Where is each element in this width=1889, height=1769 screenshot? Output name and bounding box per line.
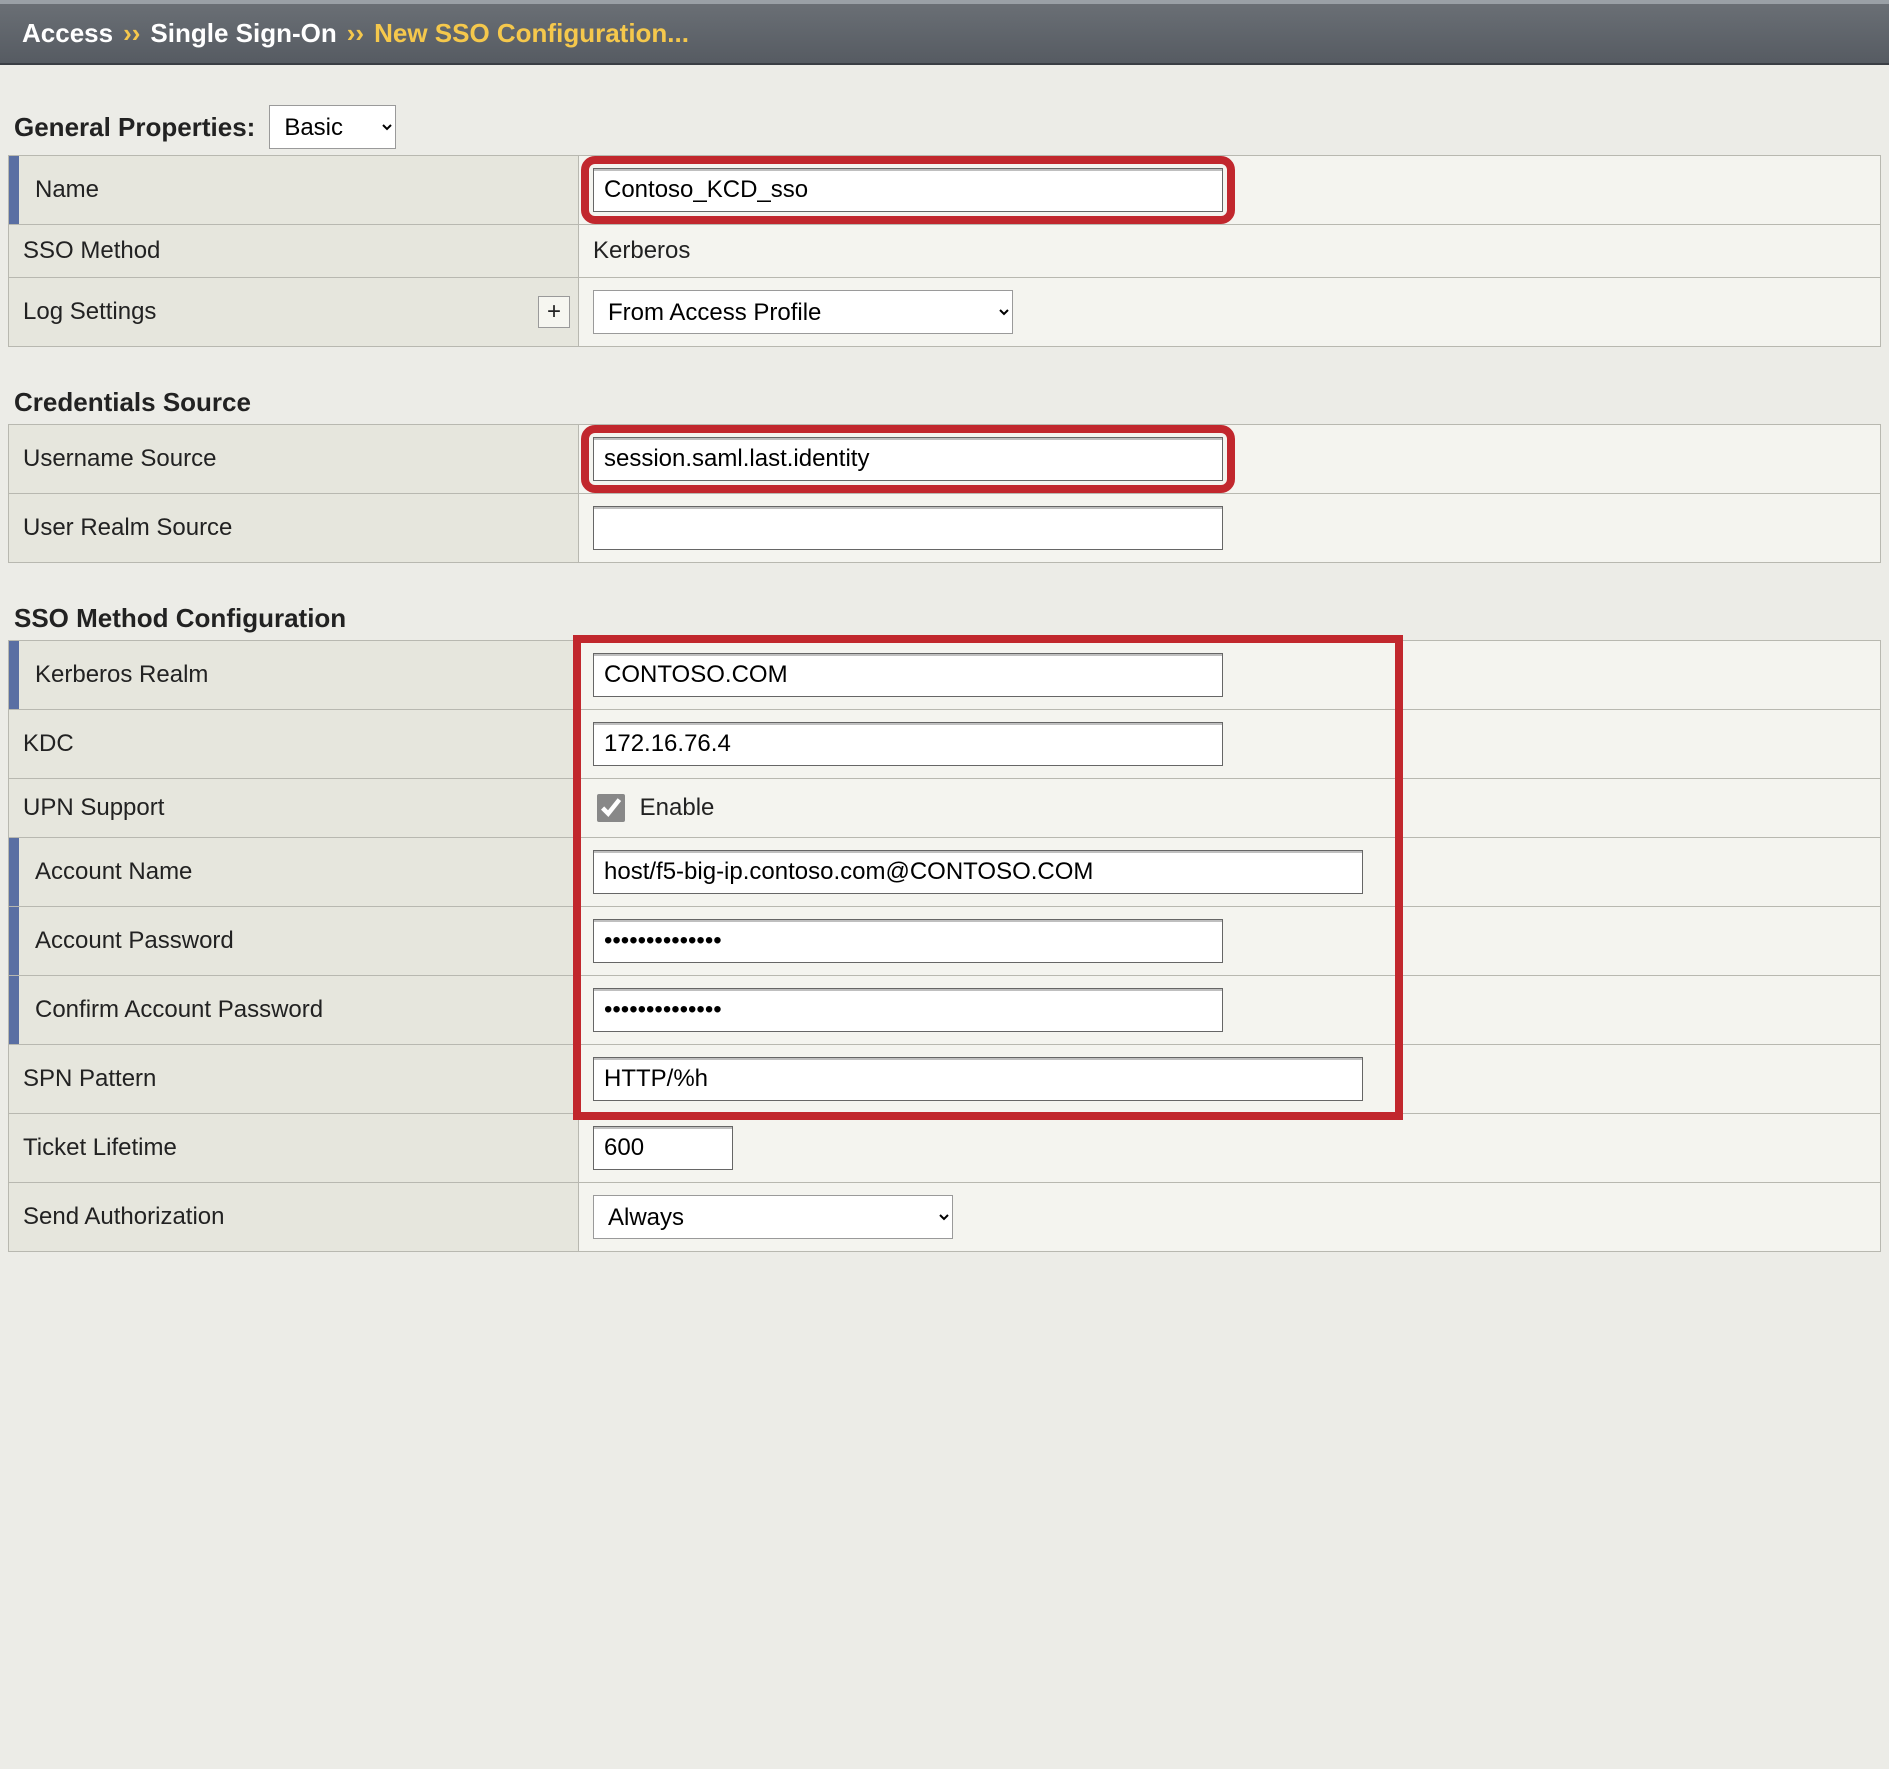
row-account-password: Account Password [9,907,1881,976]
user-realm-source-label: User Realm Source [9,494,579,563]
add-log-setting-button[interactable]: + [538,296,570,328]
breadcrumb: Access ›› Single Sign-On ›› New SSO Conf… [0,0,1889,65]
sso-method-value: Kerberos [579,225,1881,278]
row-name: Name [9,156,1881,225]
kerberos-realm-field-cell [579,641,1881,710]
name-input[interactable] [593,168,1223,212]
username-source-input[interactable] [593,437,1223,481]
row-account-name: Account Name [9,838,1881,907]
sso-method-config-title: SSO Method Configuration [14,603,346,634]
credentials-source-title: Credentials Source [14,387,251,418]
account-password-field-cell [579,907,1881,976]
account-password-input[interactable] [593,919,1223,963]
kerberos-realm-input[interactable] [593,653,1223,697]
account-name-label: Account Name [9,838,579,907]
row-username-source: Username Source [9,425,1881,494]
upn-support-label: UPN Support [9,779,579,838]
row-spn-pattern: SPN Pattern [9,1045,1881,1114]
kerberos-realm-label: Kerberos Realm [9,641,579,710]
row-upn-support: UPN Support Enable [9,779,1881,838]
user-realm-source-field-cell [579,494,1881,563]
account-password-label: Account Password [9,907,579,976]
row-send-authorization: Send Authorization Always [9,1183,1881,1252]
breadcrumb-separator-icon: ›› [347,18,364,49]
sso-method-config-header: SSO Method Configuration [0,593,1889,640]
name-label: Name [9,156,579,225]
general-properties-title: General Properties: [14,112,255,143]
user-realm-source-input[interactable] [593,506,1223,550]
credentials-source-table: Username Source User Realm Source [8,424,1881,563]
sso-method-label: SSO Method [9,225,579,278]
username-source-field-cell [579,425,1881,494]
sso-method-config-table: Kerberos Realm KDC UPN Support Enable [8,640,1881,1252]
row-kdc: KDC [9,710,1881,779]
credentials-source-header: Credentials Source [0,377,1889,424]
account-name-field-cell [579,838,1881,907]
upn-support-field-cell: Enable [579,779,1881,838]
kdc-label: KDC [9,710,579,779]
row-ticket-lifetime: Ticket Lifetime [9,1114,1881,1183]
row-sso-method: SSO Method Kerberos [9,225,1881,278]
row-log-settings: Log Settings + From Access Profile [9,278,1881,347]
spn-pattern-input[interactable] [593,1057,1363,1101]
username-source-label: Username Source [9,425,579,494]
kdc-input[interactable] [593,722,1223,766]
log-settings-label-text: Log Settings [23,298,156,325]
account-name-input[interactable] [593,850,1363,894]
ticket-lifetime-input[interactable] [593,1126,733,1170]
log-settings-select[interactable]: From Access Profile [593,290,1013,334]
breadcrumb-access[interactable]: Access [22,18,113,49]
log-settings-field-cell: From Access Profile [579,278,1881,347]
row-confirm-account-password: Confirm Account Password [9,976,1881,1045]
send-authorization-select[interactable]: Always [593,1195,953,1239]
send-authorization-label: Send Authorization [9,1183,579,1252]
row-user-realm-source: User Realm Source [9,494,1881,563]
send-authorization-field-cell: Always [579,1183,1881,1252]
upn-enable-label: Enable [640,794,715,821]
name-field-cell [579,156,1881,225]
confirm-account-password-input[interactable] [593,988,1223,1032]
general-mode-select[interactable]: Basic [269,105,396,149]
spn-pattern-label: SPN Pattern [9,1045,579,1114]
general-properties-header: General Properties: Basic [0,95,1889,155]
breadcrumb-sso[interactable]: Single Sign-On [150,18,336,49]
breadcrumb-separator-icon: ›› [123,18,140,49]
log-settings-label: Log Settings + [9,278,579,347]
general-properties-table: Name SSO Method Kerberos Log Settings + … [8,155,1881,347]
breadcrumb-current: New SSO Configuration... [374,18,689,49]
kdc-field-cell [579,710,1881,779]
upn-enable-checkbox[interactable] [597,794,625,822]
confirm-account-password-field-cell [579,976,1881,1045]
spn-pattern-field-cell [579,1045,1881,1114]
confirm-account-password-label: Confirm Account Password [9,976,579,1045]
ticket-lifetime-field-cell [579,1114,1881,1183]
row-kerberos-realm: Kerberos Realm [9,641,1881,710]
ticket-lifetime-label: Ticket Lifetime [9,1114,579,1183]
